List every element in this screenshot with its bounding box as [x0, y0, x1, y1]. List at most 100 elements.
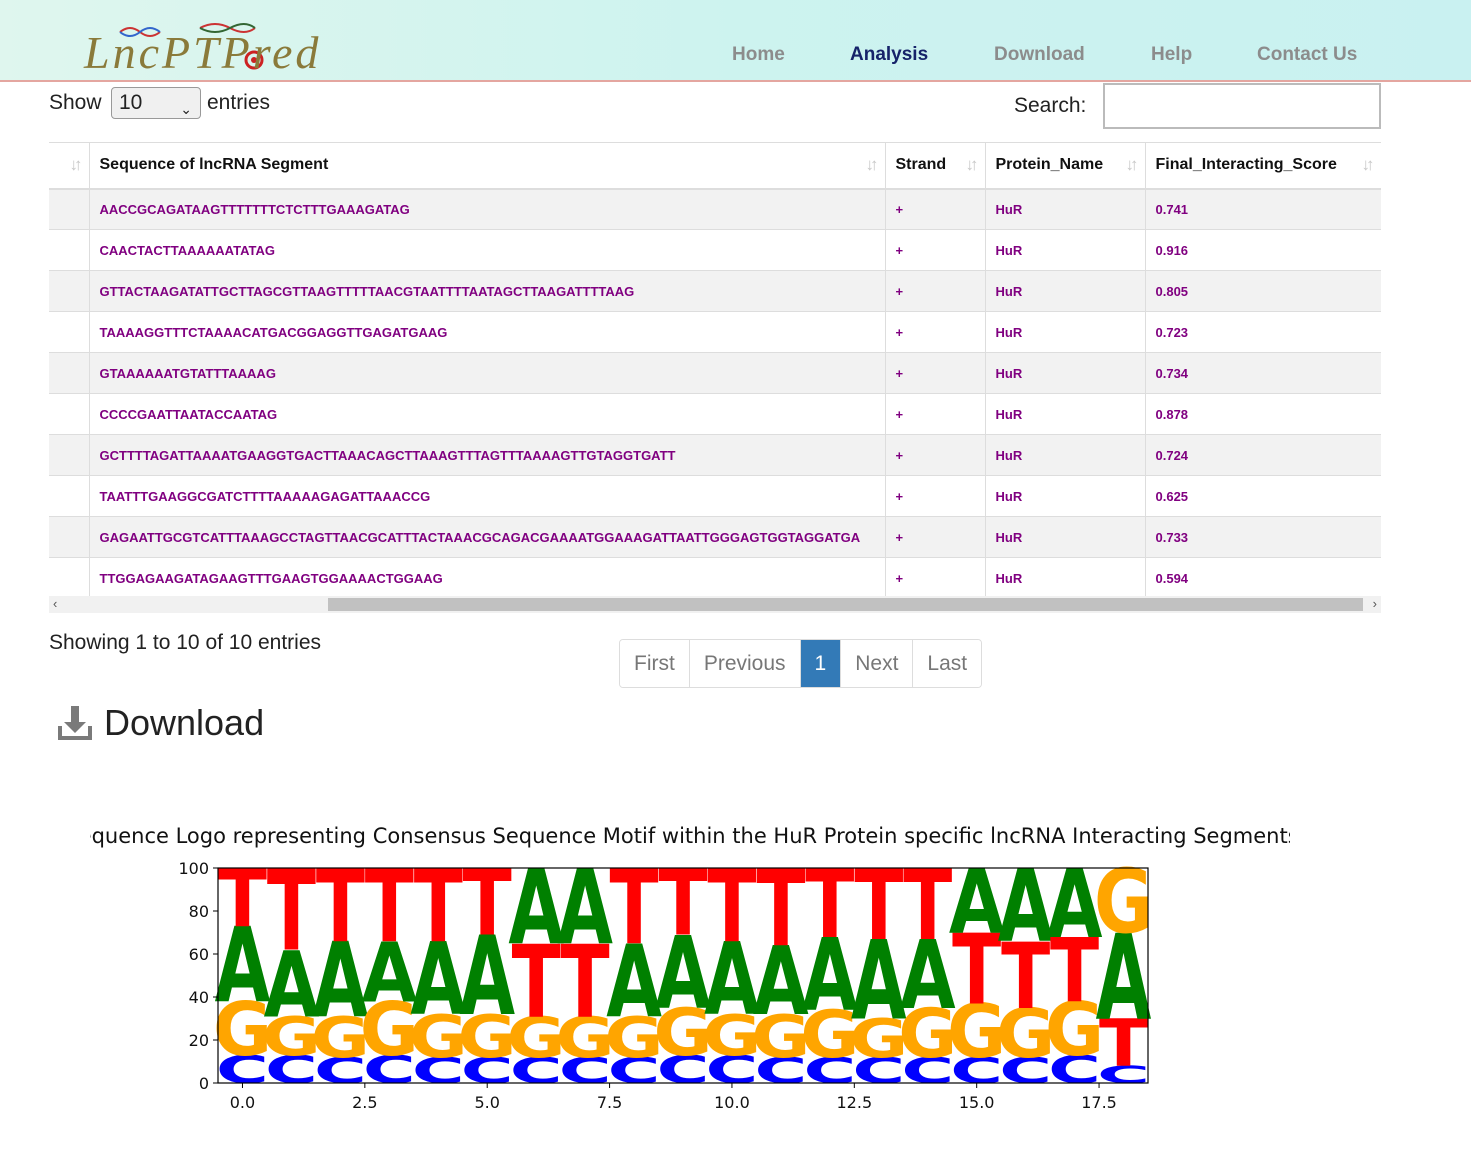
- results-table: ↓↑ Sequence of lncRNA Segment ↓↑ Strand ↓↑…: [49, 142, 1381, 596]
- table-row[interactable]: CAACTACTTAAAAAATATAG + HuR 0.916: [49, 229, 1381, 271]
- score-cell: 0.916: [1145, 229, 1381, 271]
- y-tick-label: 40: [189, 988, 209, 1007]
- y-tick-label: 20: [189, 1031, 209, 1050]
- x-tick-label: 10.0: [714, 1093, 750, 1112]
- site-logo[interactable]: LncPTPred: [80, 18, 400, 78]
- scroll-right-icon[interactable]: ›: [1373, 596, 1377, 611]
- row-index-cell: [49, 311, 90, 353]
- table-row[interactable]: GAGAATTGCGTCATTTAAAGCCTAGTTAACGCATTTACTA…: [49, 516, 1381, 558]
- strand-cell: +: [885, 229, 986, 271]
- sequence-cell: AACCGCAGATAAGTTTTTTTCTCTTTGAAAGATAG: [89, 188, 886, 230]
- pager-last[interactable]: Last: [913, 640, 982, 687]
- table-row[interactable]: GTAAAAAATGTATTTAAAAG + HuR 0.734: [49, 352, 1381, 394]
- column-header-protein-name[interactable]: Protein_Name ↓↑: [985, 142, 1146, 190]
- sequence-cell: TAAAAGGTTTCTAAAACATGACGGAGGTTGAGATGAAG: [89, 311, 886, 353]
- x-tick-label: 5.0: [474, 1093, 499, 1112]
- table-row[interactable]: TAATTTGAAGGCGATCTTTTAAAAAGAGATTAAACCG + Hu…: [49, 475, 1381, 517]
- logo-letter-A: A: [557, 847, 613, 968]
- column-header-label: Protein_Name: [995, 156, 1104, 174]
- logo-letter-T: T: [610, 847, 659, 968]
- scrollbar-thumb[interactable]: [328, 598, 1363, 611]
- logo-letter-A: A: [508, 847, 564, 968]
- download-link[interactable]: Download: [104, 702, 264, 744]
- protein-name-cell: HuR: [985, 475, 1146, 517]
- scroll-left-icon[interactable]: ‹: [53, 596, 57, 611]
- logo-letter-T: T: [658, 851, 707, 957]
- search-label: Search:: [1014, 94, 1087, 117]
- y-tick-label: 100: [178, 859, 209, 878]
- logo-letter-T: T: [903, 850, 952, 963]
- strand-cell: +: [885, 311, 986, 353]
- column-header-label: Final_Interacting_Score: [1155, 156, 1337, 174]
- sort-icon: ↓↑: [1125, 155, 1139, 174]
- column-header-strand[interactable]: Strand ↓↑: [885, 142, 986, 190]
- download-icon[interactable]: [56, 704, 96, 744]
- sequence-logo-chart: Sequence Logo representing Consensus Seq…: [90, 824, 1290, 1112]
- protein-name-cell: HuR: [985, 557, 1146, 596]
- column-header-index[interactable]: ↓↑: [49, 142, 90, 190]
- nav-home[interactable]: Home: [732, 44, 785, 66]
- table-row[interactable]: GTTACTAAGATATTGCTTAGCGTTAAGTTTTTAACGTAAT…: [49, 270, 1381, 312]
- logo-letter-T: T: [707, 848, 756, 965]
- score-cell: 0.594: [1145, 557, 1381, 596]
- entries-label: entries: [207, 91, 271, 114]
- protein-name-cell: HuR: [985, 393, 1146, 435]
- show-label: Show: [49, 91, 102, 114]
- x-tick-label: 15.0: [959, 1093, 995, 1112]
- logo-letter-T: T: [218, 853, 267, 945]
- pagination: First Previous 1 Next Last: [619, 639, 983, 688]
- row-index-cell: [49, 229, 90, 271]
- row-index-cell: [49, 434, 90, 476]
- sequence-cell: CCCCGAATTAATACCAATAG: [89, 393, 886, 435]
- pager-previous[interactable]: Previous: [689, 640, 801, 687]
- x-tick-label: 17.5: [1081, 1093, 1117, 1112]
- nav-help[interactable]: Help: [1151, 44, 1192, 66]
- horizontal-scrollbar[interactable]: ‹ ›: [49, 596, 1381, 613]
- table-row[interactable]: CCCCGAATTAATACCAATAG + HuR 0.878: [49, 393, 1381, 435]
- column-header-final-interacting-score[interactable]: Final_Interacting_Score ↓↑: [1145, 142, 1381, 190]
- row-index-cell: [49, 393, 90, 435]
- row-index-cell: [49, 188, 90, 230]
- score-cell: 0.625: [1145, 475, 1381, 517]
- nav-contact-us[interactable]: Contact Us: [1257, 44, 1357, 66]
- x-tick-label: 0.0: [230, 1093, 255, 1112]
- chevron-down-icon: ⌄: [180, 101, 192, 117]
- sort-icon: ↓↑: [965, 155, 979, 174]
- score-cell: 0.734: [1145, 352, 1381, 394]
- pager-page-1[interactable]: 1: [800, 640, 842, 687]
- row-index-cell: [49, 557, 90, 596]
- sort-icon: ↓↑: [865, 155, 879, 174]
- logo-letter-T: T: [267, 847, 316, 977]
- logo-letter-T: T: [463, 851, 512, 957]
- strand-cell: +: [885, 557, 986, 596]
- y-tick-label: 80: [189, 902, 209, 921]
- site-header: LncPTPred Home Analysis Download Help Co…: [0, 0, 1471, 82]
- row-index-cell: [49, 270, 90, 312]
- table-row[interactable]: GCTTTTAGATTAAAATGAAGGTGACTTAAACAGCTTAAAG…: [49, 434, 1381, 476]
- score-cell: 0.741: [1145, 188, 1381, 230]
- chart-title: Sequence Logo representing Consensus Seq…: [90, 824, 1290, 848]
- row-index-cell: [49, 352, 90, 394]
- logo-letter-A: A: [998, 848, 1054, 965]
- strand-cell: +: [885, 393, 986, 435]
- logo-text: LncPTPred: [84, 27, 322, 78]
- pager-next[interactable]: Next: [841, 640, 914, 687]
- entries-per-page-select[interactable]: 10 ⌄: [111, 87, 201, 119]
- score-cell: 0.878: [1145, 393, 1381, 435]
- pager-first[interactable]: First: [620, 640, 690, 687]
- logo-letter-T: T: [414, 848, 463, 965]
- search-input[interactable]: [1103, 83, 1381, 129]
- strand-cell: +: [885, 475, 986, 517]
- table-row[interactable]: AACCGCAGATAAGTTTTTTTCTCTTTGAAAGATAG + HuR 0…: [49, 188, 1381, 230]
- nav-download[interactable]: Download: [994, 44, 1085, 66]
- sequence-cell: TAATTTGAAGGCGATCTTTTAAAAAGAGATTAAACCG: [89, 475, 886, 517]
- table-header-row: ↓↑ Sequence of lncRNA Segment ↓↑ Strand ↓↑…: [49, 142, 1381, 190]
- nav-analysis[interactable]: Analysis: [850, 44, 928, 66]
- column-header-sequence[interactable]: Sequence of lncRNA Segment ↓↑: [89, 142, 886, 190]
- table-row[interactable]: TAAAAGGTTTCTAAAACATGACGGAGGTTGAGATGAAG + H…: [49, 311, 1381, 353]
- score-cell: 0.723: [1145, 311, 1381, 353]
- results-table-container: ↓↑ Sequence of lncRNA Segment ↓↑ Strand ↓↑…: [49, 142, 1381, 596]
- protein-name-cell: HuR: [985, 311, 1146, 353]
- sequence-cell: GTAAAAAATGTATTTAAAAG: [89, 352, 886, 394]
- table-row[interactable]: TTGGAGAAGATAGAAGTTTGAAGTGGAAAACTGGAAG + Hu…: [49, 557, 1381, 596]
